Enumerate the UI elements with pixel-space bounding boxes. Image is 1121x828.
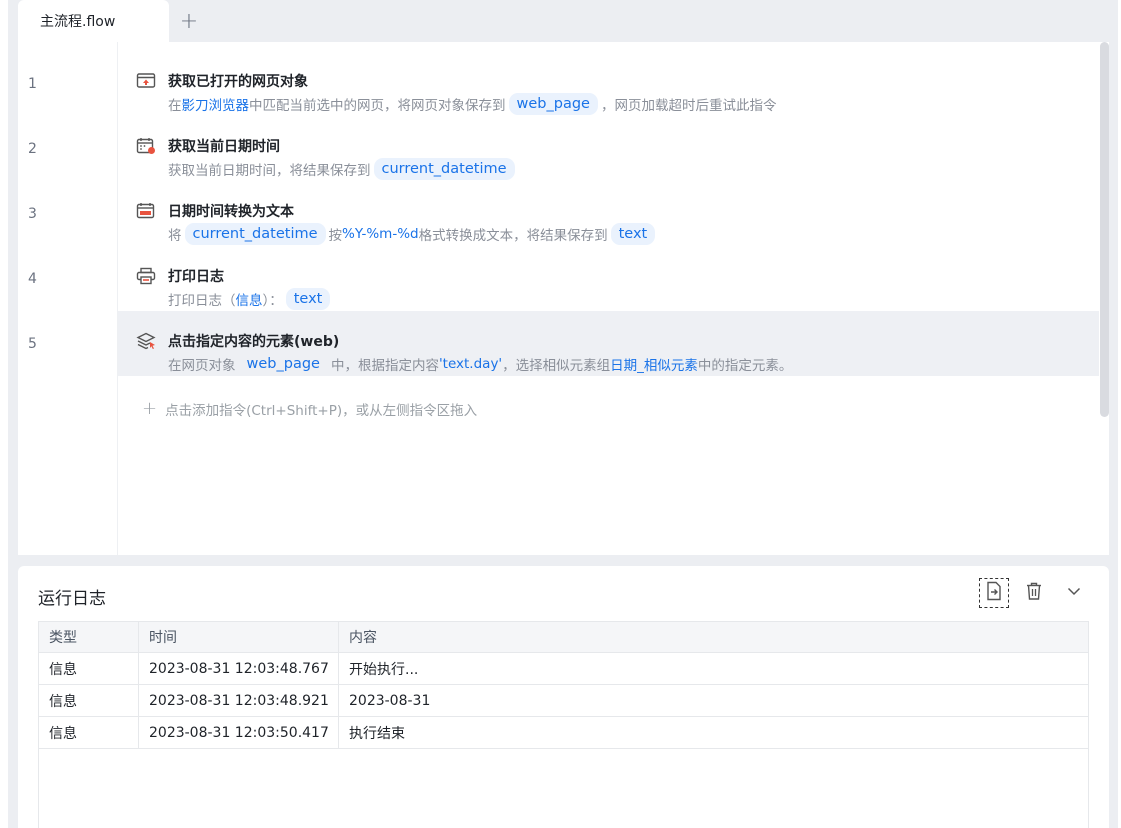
column-header-time[interactable]: 时间 xyxy=(139,622,339,652)
step-description: 在 影刀浏览器 中匹配当前选中的网页，将网页对象保存到 web_page ，网页… xyxy=(168,93,776,115)
line-number: 2 xyxy=(28,141,37,157)
log-content: 执行结束 xyxy=(349,725,405,742)
line-gutter: 1 2 3 4 5 xyxy=(18,42,118,555)
add-tab-button[interactable]: + xyxy=(169,0,209,42)
desc-text: ，选择相似元素组 xyxy=(502,358,611,374)
step-get-opened-webpage[interactable]: 获取已打开的网页对象 在 影刀浏览器 中匹配当前选中的网页，将网页对象保存到 w… xyxy=(118,51,1099,116)
add-command-hint[interactable]: + 点击添加指令(Ctrl+Shift+P)，或从左侧指令区拖入 xyxy=(142,398,477,419)
table-row[interactable]: 信息 2023-08-31 12:03:48.921 2023-08-31 xyxy=(39,685,1088,717)
line-number: 1 xyxy=(28,76,37,92)
column-header-type[interactable]: 类型 xyxy=(39,622,139,652)
desc-text: ）： xyxy=(262,293,283,309)
desc-text: 在网页对象 xyxy=(168,358,236,374)
log-toolbar xyxy=(979,578,1089,608)
variable-chip-web-page[interactable]: web_page xyxy=(239,353,328,375)
calendar-clock-icon xyxy=(136,137,156,155)
desc-text: 中的指定元素。 xyxy=(697,358,793,374)
step-description: 打印日志（ 信息 ）： text xyxy=(168,288,333,310)
variable-chip-web-page[interactable]: web_page xyxy=(508,93,598,115)
chevron-down-icon xyxy=(1066,583,1082,603)
desc-text: 在 xyxy=(168,98,182,114)
table-row[interactable]: 信息 2023-08-31 12:03:48.767 开始执行... xyxy=(39,653,1088,685)
desc-text: ，网页加载超时后重试此指令 xyxy=(600,98,777,114)
export-log-button[interactable] xyxy=(979,578,1009,608)
desc-text: 打印日志（ xyxy=(168,293,236,309)
step-title: 获取当前日期时间 xyxy=(168,139,280,155)
step-datetime-to-text[interactable]: 日期时间转换为文本 将 current_datetime 按 %Y-%m-%d … xyxy=(118,181,1099,246)
log-table: 类型 时间 内容 信息 2023-08-31 12:03:48.767 开始执行… xyxy=(38,621,1089,828)
step-click-element-by-content[interactable]: 点击指定内容的元素(web) 在网页对象 web_page 中，根据指定内容 '… xyxy=(118,311,1099,376)
plus-icon: + xyxy=(179,8,199,34)
tab-bar: 主流程.flow + xyxy=(18,0,1119,42)
log-type: 信息 xyxy=(39,653,139,684)
table-header: 类型 时间 内容 xyxy=(39,622,1088,653)
calendar-text-icon xyxy=(136,202,156,220)
column-header-content[interactable]: 内容 xyxy=(339,622,1088,652)
variable-chip-current-datetime[interactable]: current_datetime xyxy=(373,158,515,180)
log-content: 2023-08-31 xyxy=(349,692,431,709)
step-get-current-datetime[interactable]: 获取当前日期时间 获取当前日期时间，将结果保存到 current_datetim… xyxy=(118,116,1099,181)
app-window: 主流程.flow + 1 2 3 4 5 获取已打开的网页对象 在 影刀浏览器 … xyxy=(0,0,1121,828)
layers-click-icon xyxy=(136,332,156,350)
step-title: 日期时间转换为文本 xyxy=(168,204,294,220)
desc-text: 格式转换成文本，将结果保存到 xyxy=(418,228,608,244)
line-number: 3 xyxy=(28,206,37,222)
step-description: 在网页对象 web_page 中，根据指定内容 'text.day' ，选择相似… xyxy=(168,353,792,375)
desc-text: 将 xyxy=(168,228,182,244)
step-title: 获取已打开的网页对象 xyxy=(168,74,308,90)
export-file-icon xyxy=(985,581,1003,605)
param-date-format[interactable]: %Y-%m-%d xyxy=(342,226,419,242)
tab-main-flow[interactable]: 主流程.flow xyxy=(18,0,169,42)
tab-label: 主流程.flow xyxy=(40,14,116,30)
line-number: 4 xyxy=(28,271,37,287)
param-content-text[interactable]: 'text.day' xyxy=(439,356,502,372)
variable-chip-text[interactable]: text xyxy=(610,223,656,245)
log-type: 信息 xyxy=(39,685,139,716)
step-title: 打印日志 xyxy=(168,269,224,285)
desc-text: 中，根据指定内容 xyxy=(330,358,439,374)
editor-scrollbar[interactable] xyxy=(1100,42,1109,417)
desc-text: 获取当前日期时间，将结果保存到 xyxy=(168,163,371,179)
param-browser[interactable]: 影刀浏览器 xyxy=(182,94,250,114)
variable-chip-text[interactable]: text xyxy=(285,288,331,310)
step-print-log[interactable]: 打印日志 打印日志（ 信息 ）： text xyxy=(118,246,1099,311)
step-title: 点击指定内容的元素(web) xyxy=(168,334,340,350)
step-description: 获取当前日期时间，将结果保存到 current_datetime xyxy=(168,158,518,180)
variable-chip-current-datetime[interactable]: current_datetime xyxy=(184,223,326,245)
flow-editor: 1 2 3 4 5 获取已打开的网页对象 在 影刀浏览器 中匹配当前选中的网页，… xyxy=(18,42,1109,555)
desc-text: 中匹配当前选中的网页，将网页对象保存到 xyxy=(249,98,506,114)
collapse-log-button[interactable] xyxy=(1059,578,1089,608)
left-panel-edge xyxy=(0,0,8,828)
add-command-label: 点击添加指令(Ctrl+Shift+P)，或从左侧指令区拖入 xyxy=(165,402,478,419)
clear-log-button[interactable] xyxy=(1019,578,1049,608)
step-description: 将 current_datetime 按 %Y-%m-%d 格式转换成文本，将结… xyxy=(168,223,658,245)
log-time: 2023-08-31 12:03:50.417 xyxy=(139,717,339,748)
run-log-panel: 运行日志 类型 时间 内容 信息 2023-08-31 12:03:48.767… xyxy=(18,566,1109,828)
log-type: 信息 xyxy=(39,717,139,748)
desc-text: 按 xyxy=(328,228,343,244)
browser-window-icon xyxy=(136,72,156,90)
log-content: 开始执行... xyxy=(349,661,419,678)
line-number: 5 xyxy=(28,336,37,352)
trash-icon xyxy=(1025,581,1043,605)
param-similar-element-group[interactable]: 日期_相似元素 xyxy=(610,354,698,374)
table-row[interactable]: 信息 2023-08-31 12:03:50.417 执行结束 xyxy=(39,717,1088,749)
log-time: 2023-08-31 12:03:48.767 xyxy=(139,653,339,684)
printer-icon xyxy=(136,267,156,285)
plus-icon: + xyxy=(142,398,158,419)
log-panel-title: 运行日志 xyxy=(38,589,106,609)
param-log-level[interactable]: 信息 xyxy=(236,289,263,309)
log-time: 2023-08-31 12:03:48.921 xyxy=(139,685,339,716)
